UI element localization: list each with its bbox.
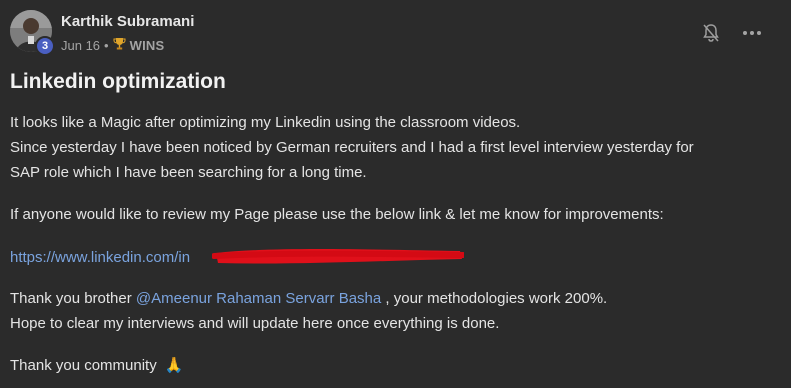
post-line: It looks like a Magic after optimizing m… bbox=[10, 114, 521, 131]
closing-text: Thank you community bbox=[10, 357, 157, 374]
post-line: SAP role which I have been searching for… bbox=[10, 164, 367, 181]
bell-off-icon[interactable] bbox=[700, 22, 722, 44]
post-line: Since yesterday I have been noticed by G… bbox=[10, 139, 694, 156]
thanks-prefix: Thank you brother bbox=[10, 290, 136, 307]
post-line: Hope to clear my interviews and will upd… bbox=[10, 315, 500, 332]
meta-separator: • bbox=[104, 37, 109, 53]
category-label[interactable]: WINS bbox=[130, 38, 165, 53]
praying-hands-emoji: 🙏 bbox=[164, 357, 184, 374]
post-paragraph-2: If anyone would like to review my Page p… bbox=[10, 206, 664, 223]
more-dots-icon[interactable] bbox=[740, 22, 764, 44]
user-mention[interactable]: @Ameenur Rahaman Servarr Basha bbox=[136, 290, 381, 307]
post-card: 3 Karthik Subramani Jun 16 • WINS Linked… bbox=[0, 0, 791, 388]
post-paragraph-thanks: Thank you brother @Ameenur Rahaman Serva… bbox=[10, 286, 607, 336]
thanks-line: Thank you brother @Ameenur Rahaman Serva… bbox=[10, 286, 607, 311]
post-title: Linkedin optimization bbox=[10, 70, 226, 93]
post-paragraph-1: It looks like a Magic after optimizing m… bbox=[10, 110, 694, 185]
trophy-icon bbox=[113, 37, 126, 53]
post-date[interactable]: Jun 16 bbox=[61, 38, 100, 53]
thanks-suffix: , your methodologies work 200%. bbox=[381, 290, 608, 307]
post-link-paragraph: https://www.linkedin.com/in bbox=[10, 245, 190, 270]
post-closing: Thank you community 🙏 bbox=[10, 353, 184, 378]
redaction-scribble bbox=[212, 249, 464, 264]
level-badge: 3 bbox=[35, 36, 55, 56]
linkedin-link[interactable]: https://www.linkedin.com/in bbox=[10, 249, 190, 266]
post-meta: Jun 16 • WINS bbox=[61, 37, 164, 53]
author-name[interactable]: Karthik Subramani bbox=[61, 13, 194, 30]
